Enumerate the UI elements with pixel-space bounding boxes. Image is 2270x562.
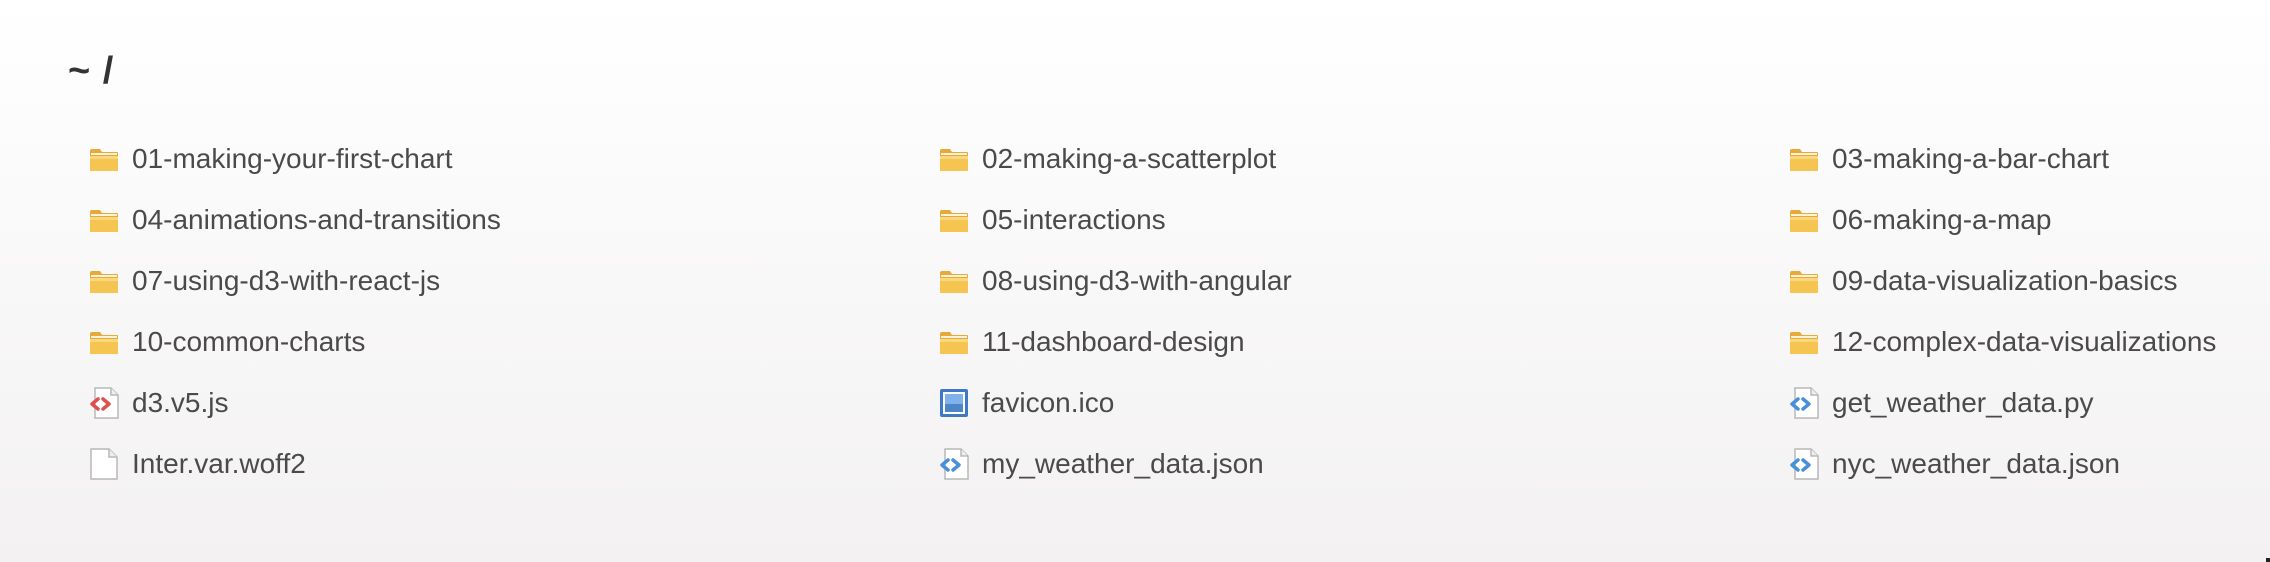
folder-item[interactable]: 12-complex-data-visualizations — [1788, 311, 2248, 372]
folder-icon — [1788, 202, 1824, 238]
file-item[interactable]: my_weather_data.json — [938, 433, 1788, 494]
folder-icon — [938, 263, 974, 299]
code-file-blue-icon — [1788, 385, 1824, 421]
folder-item[interactable]: 05-interactions — [938, 189, 1788, 250]
folder-icon — [938, 141, 974, 177]
file-name: get_weather_data.py — [1832, 386, 2094, 418]
file-item[interactable]: nyc_weather_data.json — [1788, 433, 2248, 494]
file-name: 01-making-your-first-chart — [132, 142, 453, 174]
file-name: 06-making-a-map — [1832, 203, 2052, 235]
folder-icon — [88, 263, 124, 299]
folder-item[interactable]: 08-using-d3-with-angular — [938, 250, 1788, 311]
file-name: 05-interactions — [982, 203, 1166, 235]
directory-path-heading: ~ / — [68, 50, 115, 92]
file-name: 02-making-a-scatterplot — [982, 142, 1277, 174]
folder-item[interactable]: 03-making-a-bar-chart — [1788, 128, 2248, 189]
blank-file-icon — [88, 446, 124, 482]
code-file-red-icon — [88, 385, 124, 421]
folder-icon — [1788, 263, 1824, 299]
folder-icon — [1788, 141, 1824, 177]
corner-mark — [2266, 558, 2270, 562]
file-listing: 01-making-your-first-chart 02-making-a-s… — [88, 128, 2248, 494]
file-name: 09-data-visualization-basics — [1832, 264, 2178, 296]
folder-item[interactable]: 06-making-a-map — [1788, 189, 2248, 250]
file-name: 10-common-charts — [132, 325, 366, 357]
file-name: my_weather_data.json — [982, 447, 1264, 479]
image-file-icon — [938, 385, 974, 421]
folder-item[interactable]: 07-using-d3-with-react-js — [88, 250, 938, 311]
folder-item[interactable]: 10-common-charts — [88, 311, 938, 372]
file-name: 07-using-d3-with-react-js — [132, 264, 441, 296]
file-name: 12-complex-data-visualizations — [1832, 325, 2217, 357]
folder-icon — [1788, 324, 1824, 360]
folder-item[interactable]: 02-making-a-scatterplot — [938, 128, 1788, 189]
file-name: 08-using-d3-with-angular — [982, 264, 1292, 296]
code-file-blue-icon — [938, 446, 974, 482]
file-item[interactable]: favicon.ico — [938, 372, 1788, 433]
file-name: favicon.ico — [982, 386, 1115, 418]
folder-icon — [938, 202, 974, 238]
code-file-blue-icon — [1788, 446, 1824, 482]
file-item[interactable]: d3.v5.js — [88, 372, 938, 433]
folder-item[interactable]: 04-animations-and-transitions — [88, 189, 938, 250]
folder-icon — [88, 324, 124, 360]
folder-icon — [88, 202, 124, 238]
folder-icon — [938, 324, 974, 360]
file-name: 03-making-a-bar-chart — [1832, 142, 2109, 174]
folder-item[interactable]: 09-data-visualization-basics — [1788, 250, 2248, 311]
folder-item[interactable]: 01-making-your-first-chart — [88, 128, 938, 189]
file-item[interactable]: Inter.var.woff2 — [88, 433, 938, 494]
file-item[interactable]: get_weather_data.py — [1788, 372, 2248, 433]
file-name: Inter.var.woff2 — [132, 447, 306, 479]
file-name: 11-dashboard-design — [982, 325, 1245, 357]
folder-icon — [88, 141, 124, 177]
file-name: nyc_weather_data.json — [1832, 447, 2120, 479]
folder-item[interactable]: 11-dashboard-design — [938, 311, 1788, 372]
file-name: d3.v5.js — [132, 386, 229, 418]
file-name: 04-animations-and-transitions — [132, 203, 501, 235]
